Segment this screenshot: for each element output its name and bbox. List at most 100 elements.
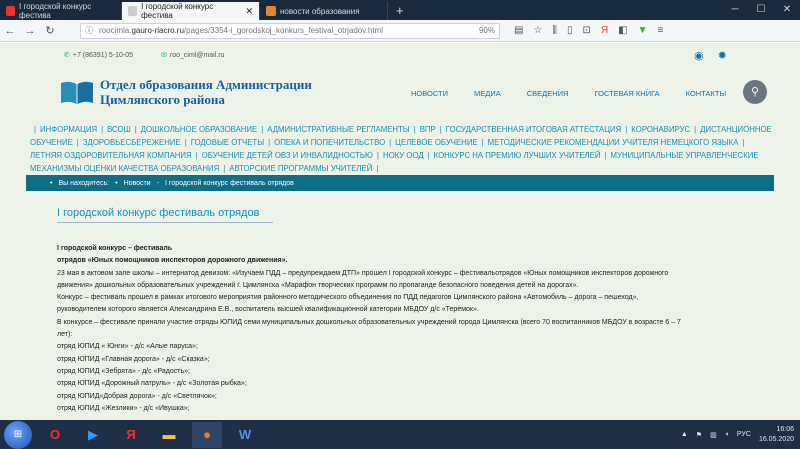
maximize-icon[interactable]: ☐	[748, 0, 774, 20]
address-bar[interactable]: ⓘ roocimla. gauro-riacro.ru/pages/3354-i_…	[80, 22, 500, 39]
windows-icon: ⊞	[13, 429, 23, 440]
screenshot-icon[interactable]: ⊡	[583, 25, 591, 36]
topic-link[interactable]: ГОСУДАРСТВЕННАЯ ИТОГОВАЯ АТТЕСТАЦИЯ	[446, 125, 621, 134]
minimize-icon[interactable]: ─	[722, 0, 748, 20]
tab-3[interactable]: новости образования	[260, 2, 388, 20]
close-window-icon[interactable]: ✕	[774, 0, 800, 20]
article-line: отряд ЮПИД «Жезлики» - д/с «Ивушка»;	[57, 404, 190, 412]
topic-separator: |	[694, 125, 697, 134]
article-line: 23 мая в актовом зале школы – интернатод…	[57, 269, 669, 277]
topic-link[interactable]: КОНКУРС НА ПРЕМИЮ ЛУЧШИХ УЧИТЕЛЕЙ	[434, 151, 601, 160]
info-icon[interactable]: ⓘ	[85, 25, 93, 36]
topic-link[interactable]: АДМИНИСТРАТИВНЫЕ РЕГЛАМЕНТЫ	[267, 125, 409, 134]
topic-separator: |	[481, 138, 484, 147]
breadcrumb-label: Вы находитесь:	[58, 179, 110, 187]
topic-link[interactable]: ОБУЧЕНИЕ ДЕТЕЙ ОВЗ И ИНВАЛИДНОСТЬЮ	[202, 151, 373, 160]
nav-info[interactable]: СВЕДЕНИЯ	[527, 89, 569, 98]
volume-icon[interactable]: ◖	[725, 431, 729, 438]
language-indicator[interactable]: РУС	[737, 431, 751, 438]
topic-link[interactable]: НОКУ ООД	[383, 151, 424, 160]
email-address: roo_ciml@mail.ru	[169, 52, 225, 59]
new-tab-button[interactable]: +	[388, 3, 412, 20]
tab-2[interactable]: I городской конкурс фестива ✕	[122, 2, 260, 20]
mail-icon: ✉	[161, 52, 167, 59]
close-tab-icon[interactable]: ✕	[237, 6, 253, 17]
toolbar-icons: ▤ ☆ ⫼ ▯ ⊡ Я ◧ ▼ ≡	[514, 25, 663, 36]
topic-separator: |	[389, 138, 392, 147]
topic-link[interactable]: МЕТОДИЧЕСКИЕ РЕКОМЕНДАЦИИ УЧИТЕЛЯ НЕМЕЦК…	[488, 138, 739, 147]
topic-link[interactable]: ЦЕЛЕВОЕ ОБУЧЕНИЕ	[395, 138, 477, 147]
site-logo[interactable]: Отдел образования Администрации Цимлянск…	[60, 77, 312, 107]
breadcrumb-current: I городской конкурс фестиваль отрядов	[165, 179, 294, 187]
window-controls: ─ ☐ ✕	[722, 0, 800, 20]
gear-icon[interactable]: ✹	[718, 49, 727, 62]
browser-tab-bar: I городской конкурс фестива I городской …	[0, 0, 800, 20]
web-page: ✆ +7 (86391) 5-10-05 ✉ roo_ciml@mail.ru ◉ …	[0, 43, 800, 420]
nav-media[interactable]: МЕДИА	[474, 89, 501, 98]
email[interactable]: ✉ roo_ciml@mail.ru	[161, 51, 224, 59]
search-button[interactable]: ⚲	[743, 80, 767, 104]
firefox-icon[interactable]: ●	[192, 421, 222, 448]
article-line: движения» дошкольных образовательных учр…	[57, 281, 579, 289]
topic-link[interactable]: ЗДОРОВЬЕСБЕРЕЖЕНИЕ	[83, 138, 181, 147]
topic-link[interactable]: КОРОНАВИРУС	[631, 125, 690, 134]
page-title: I городской конкурс фестиваль отрядов	[57, 207, 273, 223]
nav-contacts[interactable]: КОНТАКТЫ	[686, 89, 726, 98]
topic-link[interactable]: ГОДОВЫЕ ОТЧЕТЫ	[191, 138, 264, 147]
article-line: отряд ЮПИД«Добрая дорога» - д/с «Светляч…	[57, 392, 217, 400]
topic-link[interactable]: АВТОРСКИЕ ПРОГРАММЫ УЧИТЕЛЕЙ	[229, 164, 372, 173]
article-line: отряд ЮПИД « Юнги» - д/с «Алые паруса»;	[57, 343, 198, 351]
network-icon[interactable]: ▥	[710, 431, 717, 439]
media-player-icon[interactable]: ▶	[78, 422, 108, 448]
explorer-icon[interactable]: ▬	[154, 422, 184, 448]
yandex-icon	[6, 6, 16, 16]
article-line: лет):	[57, 331, 73, 339]
nav-news[interactable]: НОВОСТИ	[411, 89, 448, 98]
tab-2-label: I городской конкурс фестива	[141, 2, 214, 20]
word-icon[interactable]: W	[230, 422, 260, 448]
article-line: отряд ЮПИД «Дорожный патруль» - д/с «Зол…	[57, 380, 247, 388]
url-subdomain: roocimla.	[99, 26, 132, 35]
extension-icon[interactable]: ◧	[618, 25, 627, 36]
back-icon[interactable]: ←	[0, 25, 20, 37]
topic-separator: |	[101, 125, 104, 134]
zoom-level[interactable]: 90%	[479, 26, 495, 35]
phone-number: +7 (86391) 5-10-05	[72, 52, 134, 59]
eye-icon[interactable]: ◉	[694, 49, 704, 62]
yandex-browser-icon[interactable]: Я	[116, 422, 146, 448]
opera-icon[interactable]: O	[40, 422, 70, 448]
article-line: отряд ЮПИД «Зебрята» - д/с «Радость»;	[57, 367, 190, 375]
nav-guestbook[interactable]: ГОСТЕВАЯ КНИГА	[594, 89, 659, 98]
tray-arrow-icon[interactable]: ▲	[681, 431, 688, 438]
site-title-line1: Отдел образования Администрации	[100, 77, 312, 92]
start-button[interactable]: ⊞	[4, 420, 32, 449]
topics-menu: | ИНФОРМАЦИЯ | ВсОШ | ДОШКОЛЬНОЕ ОБРАЗОВАНИЕ |…	[30, 123, 780, 175]
topic-link[interactable]: ЛЕТНЯЯ ОЗДОРОВИТЕЛЬНАЯ КОМПАНИЯ	[30, 151, 192, 160]
reader-icon[interactable]: ▤	[514, 25, 523, 36]
topic-link[interactable]: ВПР	[420, 125, 436, 134]
phone-icon: ✆	[64, 52, 70, 59]
topic-link[interactable]: ДОШКОЛЬНОЕ ОБРАЗОВАНИЕ	[141, 125, 257, 134]
forward-icon[interactable]: →	[20, 25, 40, 37]
topic-separator: |	[376, 151, 379, 160]
clock[interactable]: 16:06 16.05.2020	[759, 425, 794, 445]
topic-link[interactable]: ОПЕКА И ПОПЕЧИТЕЛЬСТВО	[274, 138, 385, 147]
topic-separator: |	[413, 125, 416, 134]
topic-link[interactable]: ВсОШ	[107, 125, 131, 134]
topic-link[interactable]: ИНФОРМАЦИЯ	[40, 125, 97, 134]
topic-separator: |	[223, 164, 226, 173]
library-icon[interactable]: ⫼	[552, 25, 557, 36]
sidebar-icon[interactable]: ▯	[567, 25, 573, 36]
yandex-ext-icon[interactable]: Я	[601, 25, 608, 36]
bookmark-star-icon[interactable]: ☆	[533, 25, 542, 36]
reload-icon[interactable]: ↻	[40, 24, 60, 37]
menu-icon[interactable]: ≡	[658, 25, 664, 36]
download-ext-icon[interactable]: ▼	[638, 25, 648, 36]
phone: ✆ +7 (86391) 5-10-05	[64, 51, 133, 59]
clock-date: 16.05.2020	[758, 435, 794, 443]
topic-separator: |	[184, 138, 187, 147]
breadcrumb-news[interactable]: Новости	[124, 180, 151, 187]
flag-icon[interactable]: ⚑	[696, 431, 702, 439]
topic-separator: |	[76, 138, 79, 147]
tab-1[interactable]: I городской конкурс фестива	[0, 2, 122, 20]
